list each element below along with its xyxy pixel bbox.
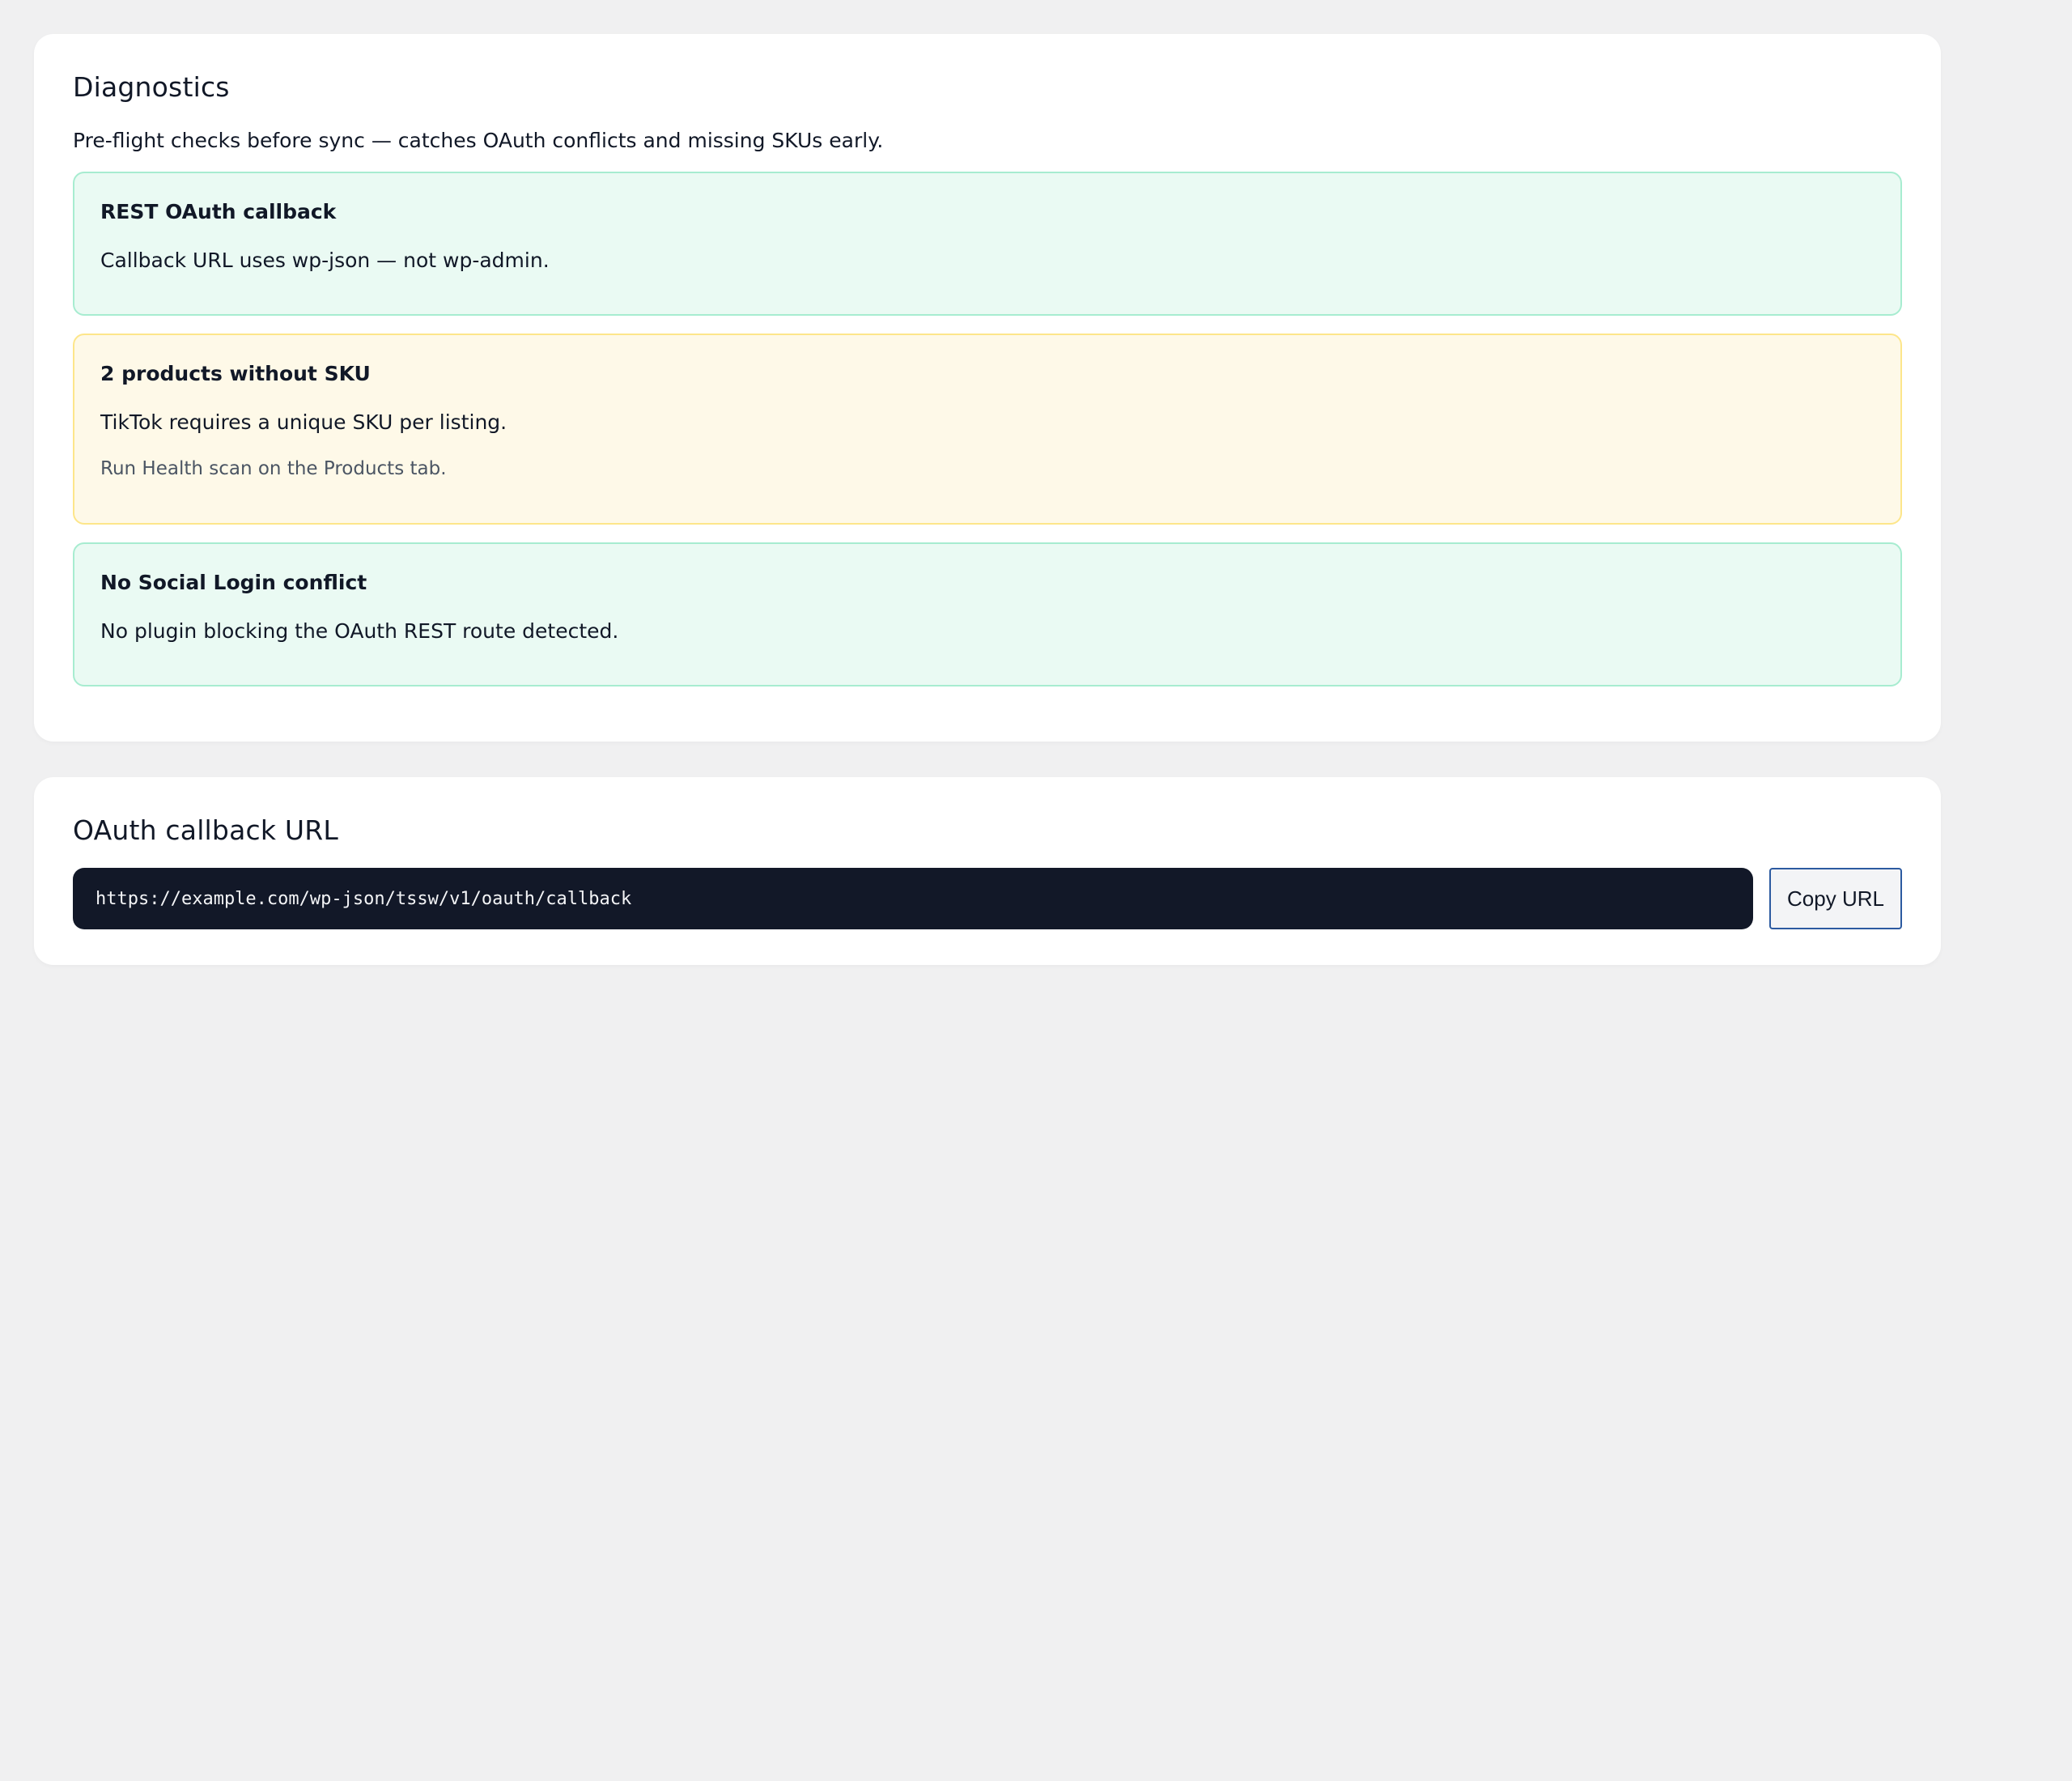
- diagnostics-description: Pre-flight checks before sync — catches …: [73, 129, 884, 152]
- copy-url-button[interactable]: Copy URL: [1769, 868, 1902, 929]
- check-title: No Social Login conflict: [100, 571, 367, 594]
- oauth-callback-title: OAuth callback URL: [73, 814, 338, 846]
- check-title: REST OAuth callback: [100, 200, 337, 223]
- check-hint: Run Health scan on the Products tab.: [100, 458, 447, 479]
- oauth-callback-card: OAuth callback URL https://example.com/w…: [34, 777, 1941, 965]
- check-item-social-login-conflict: No Social Login conflict No plugin block…: [73, 542, 1902, 686]
- check-message: No plugin blocking the OAuth REST route …: [100, 619, 619, 643]
- diagnostics-card: Diagnostics Pre-flight checks before syn…: [34, 34, 1941, 742]
- diagnostics-title: Diagnostics: [73, 71, 230, 103]
- check-item-products-without-sku: 2 products without SKU TikTok requires a…: [73, 334, 1902, 525]
- oauth-callback-url[interactable]: https://example.com/wp-json/tssw/v1/oaut…: [73, 868, 1753, 929]
- check-message: Callback URL uses wp-json — not wp-admin…: [100, 249, 550, 272]
- check-item-rest-oauth-callback: REST OAuth callback Callback URL uses wp…: [73, 172, 1902, 316]
- check-title: 2 products without SKU: [100, 362, 371, 385]
- oauth-url-row: https://example.com/wp-json/tssw/v1/oaut…: [73, 868, 1902, 929]
- check-message: TikTok requires a unique SKU per listing…: [100, 410, 507, 434]
